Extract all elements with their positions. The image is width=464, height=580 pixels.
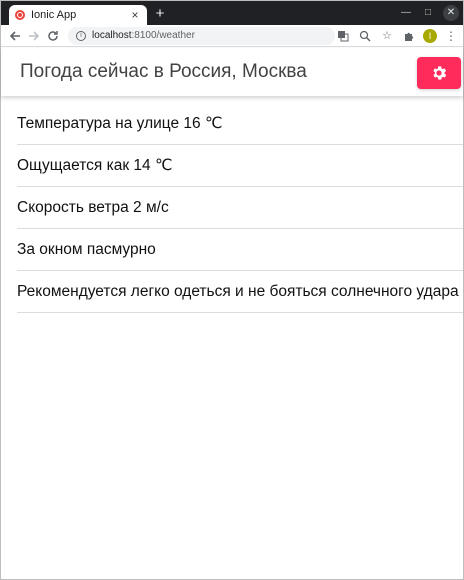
wind-speed-item: Скорость ветра 2 м/с [17, 187, 463, 229]
app-header: Погода сейчас в Россия, Москва [1, 48, 463, 96]
browser-window: Ionic App × + — □ ✕ i localhost:8100/wea… [0, 0, 464, 580]
url-path: :8100/weather [131, 30, 195, 41]
new-tab-button[interactable]: + [153, 6, 167, 21]
bookmark-star-icon[interactable]: ☆ [379, 28, 395, 44]
conditions-item: За окном пасмурно [17, 229, 463, 271]
info-icon[interactable]: i [76, 30, 87, 41]
menu-dots-icon[interactable]: ⋮ [443, 28, 459, 44]
tab-close-icon[interactable]: × [129, 9, 141, 21]
ionic-favicon-icon [15, 10, 25, 20]
tab-strip: Ionic App × + — □ ✕ [1, 1, 463, 25]
address-bar[interactable]: i localhost:8100/weather [68, 26, 336, 45]
temperature-item: Температура на улице 16 ℃ [17, 103, 463, 145]
url-host: localhost [92, 30, 132, 41]
reload-icon[interactable] [43, 26, 62, 46]
profile-avatar[interactable]: I [423, 28, 438, 43]
browser-tab[interactable]: Ionic App × [9, 5, 147, 25]
feels-like-item: Ощущается как 14 ℃ [17, 145, 463, 187]
window-close-icon[interactable]: ✕ [443, 5, 459, 21]
translate-icon[interactable] [335, 28, 351, 44]
forward-arrow-icon[interactable] [24, 26, 43, 46]
gear-icon [433, 66, 447, 80]
browser-toolbar: i localhost:8100/weather ☆ I ⋮ [1, 25, 463, 47]
back-arrow-icon[interactable] [5, 26, 24, 46]
settings-button[interactable] [417, 57, 461, 89]
maximize-icon[interactable]: □ [417, 5, 439, 21]
window-controls: — □ ✕ [395, 5, 459, 21]
toolbar-icons: ☆ I ⋮ [335, 28, 459, 44]
tab-title: Ionic App [31, 9, 77, 21]
extensions-puzzle-icon[interactable] [401, 28, 417, 44]
recommendation-item: Рекомендуется легко одеться и не бояться… [17, 271, 463, 313]
page-title: Погода сейчас в Россия, Москва [20, 61, 307, 82]
weather-list: Температура на улице 16 ℃ Ощущается как … [1, 103, 463, 313]
zoom-icon[interactable] [357, 28, 373, 44]
minimize-icon[interactable]: — [395, 5, 417, 21]
